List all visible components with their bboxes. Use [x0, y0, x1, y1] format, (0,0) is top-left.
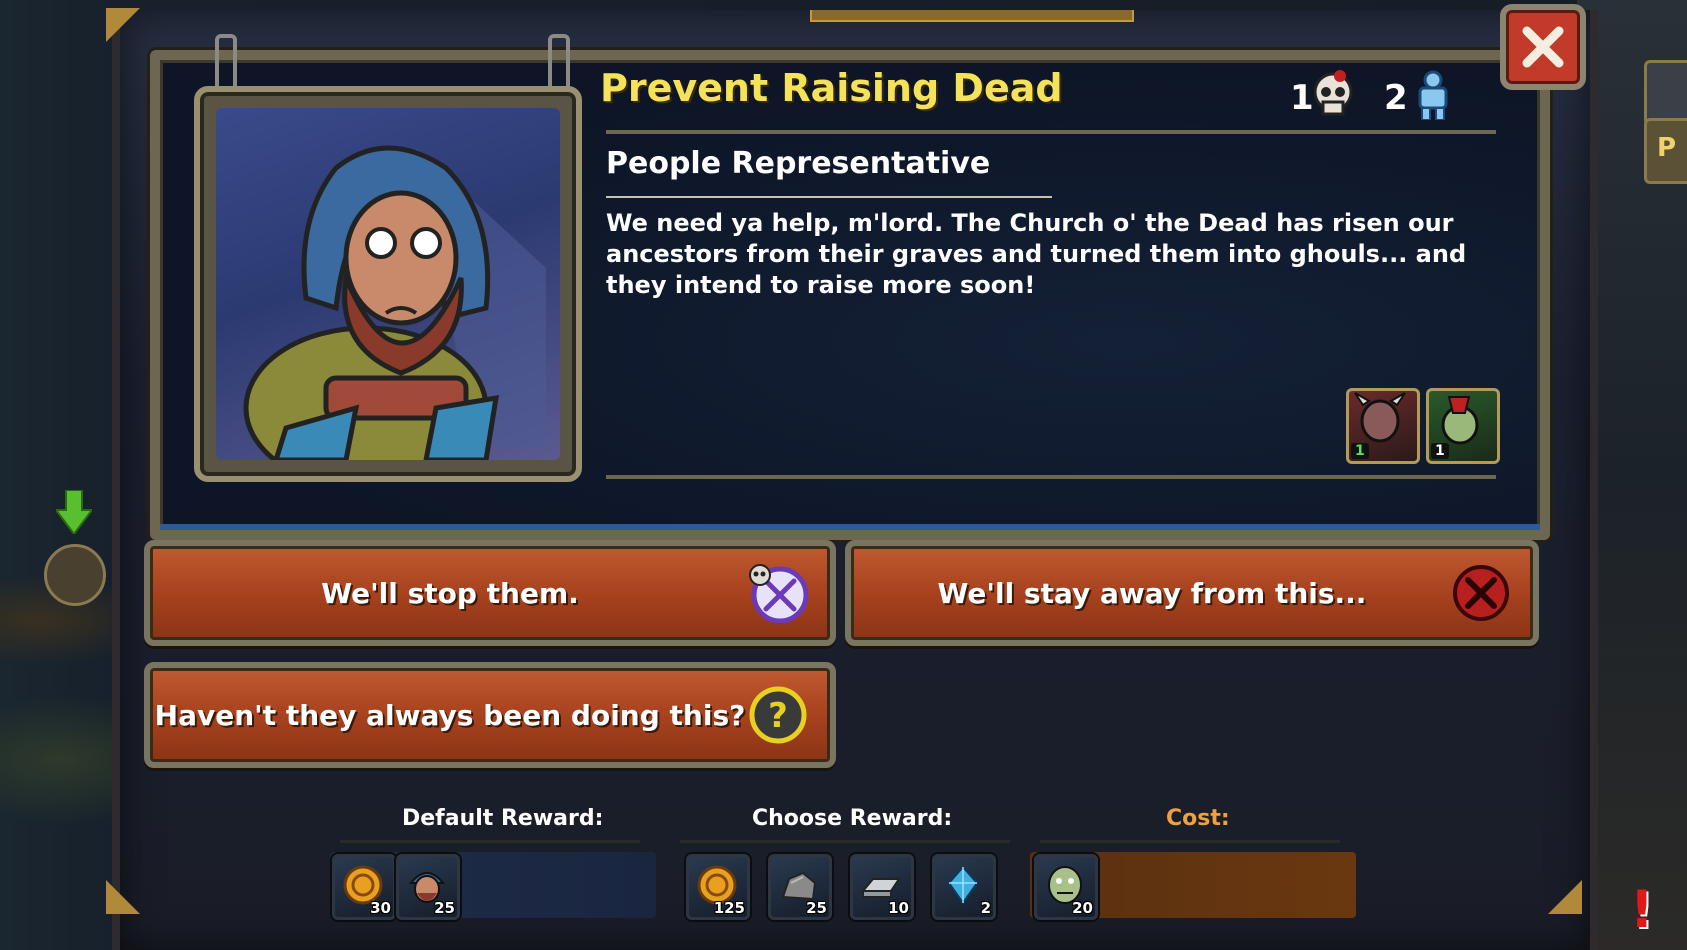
alert-icon[interactable]: !	[1630, 880, 1654, 940]
side-tab-1[interactable]	[1644, 60, 1687, 126]
side-tab-2[interactable]: P	[1644, 118, 1687, 184]
map-gear-icon[interactable]	[44, 544, 106, 606]
peasant-portrait-icon	[243, 145, 546, 460]
reward-stone[interactable]: 25	[768, 854, 832, 920]
divider	[606, 130, 1496, 134]
crystal-icon	[947, 865, 979, 905]
skull-swords-icon	[749, 564, 808, 623]
choice-label: We'll stay away from this...	[937, 576, 1367, 610]
portrait-frame	[194, 86, 582, 482]
choice-label: Haven't they always been doing this?	[154, 698, 746, 732]
enemy-card-demon-knight[interactable]: 1	[1346, 388, 1420, 464]
divider	[1040, 840, 1340, 843]
cost-ghouls[interactable]: 20	[1034, 854, 1098, 920]
reward-crystal[interactable]: 2	[932, 854, 996, 920]
dialog-top-ornament	[810, 10, 1134, 22]
divider	[680, 840, 1010, 843]
reward-qty: 125	[713, 899, 745, 917]
svg-text:?: ?	[768, 696, 788, 736]
npc-portrait	[216, 108, 560, 460]
quest-title: Prevent Raising Dead	[600, 66, 1063, 110]
default-reward-heading: Default Reward:	[402, 806, 604, 831]
down-arrow-icon[interactable]	[56, 490, 92, 534]
divider	[606, 475, 1496, 479]
close-icon	[1522, 26, 1564, 68]
reward-qty: 20	[1072, 899, 1093, 917]
reward-iron[interactable]: 10	[850, 854, 914, 920]
close-button[interactable]	[1500, 4, 1586, 90]
enemy-card-ghoul-warrior[interactable]: 1	[1426, 388, 1500, 464]
enemy-count: 1	[1351, 443, 1369, 459]
knight-icon	[1418, 70, 1448, 120]
red-x-icon	[1453, 565, 1509, 621]
question-icon: ?	[749, 686, 807, 744]
enemy-count: 1	[1431, 443, 1449, 459]
side-tab-letter: P	[1657, 133, 1677, 163]
npc-name: People Representative	[606, 146, 991, 181]
reward-qty: 10	[888, 899, 909, 917]
reward-qty: 2	[980, 899, 991, 917]
choice-stop-them-button[interactable]: We'll stop them.	[144, 540, 836, 646]
divider	[340, 840, 640, 843]
choice-label: We'll stop them.	[321, 576, 579, 610]
skull-icon	[1313, 70, 1353, 116]
reward-qty: 30	[370, 899, 391, 917]
choice-always-been-button[interactable]: Haven't they always been doing this? ?	[144, 662, 836, 768]
divider	[606, 196, 1052, 198]
reward-qty: 25	[806, 899, 827, 917]
cost-heading: Cost:	[1166, 806, 1230, 831]
reward-gold[interactable]: 125	[686, 854, 750, 920]
choose-reward-heading: Choose Reward:	[752, 806, 953, 831]
reward-qty: 25	[434, 899, 455, 917]
quest-description: We need ya help, m'lord. The Church o' t…	[606, 209, 1467, 299]
reward-gold[interactable]: 30	[332, 854, 396, 920]
soldier-count: 2	[1384, 78, 1408, 118]
reward-peasants[interactable]: 25	[396, 854, 460, 920]
choice-stay-away-button[interactable]: We'll stay away from this...	[845, 540, 1539, 646]
